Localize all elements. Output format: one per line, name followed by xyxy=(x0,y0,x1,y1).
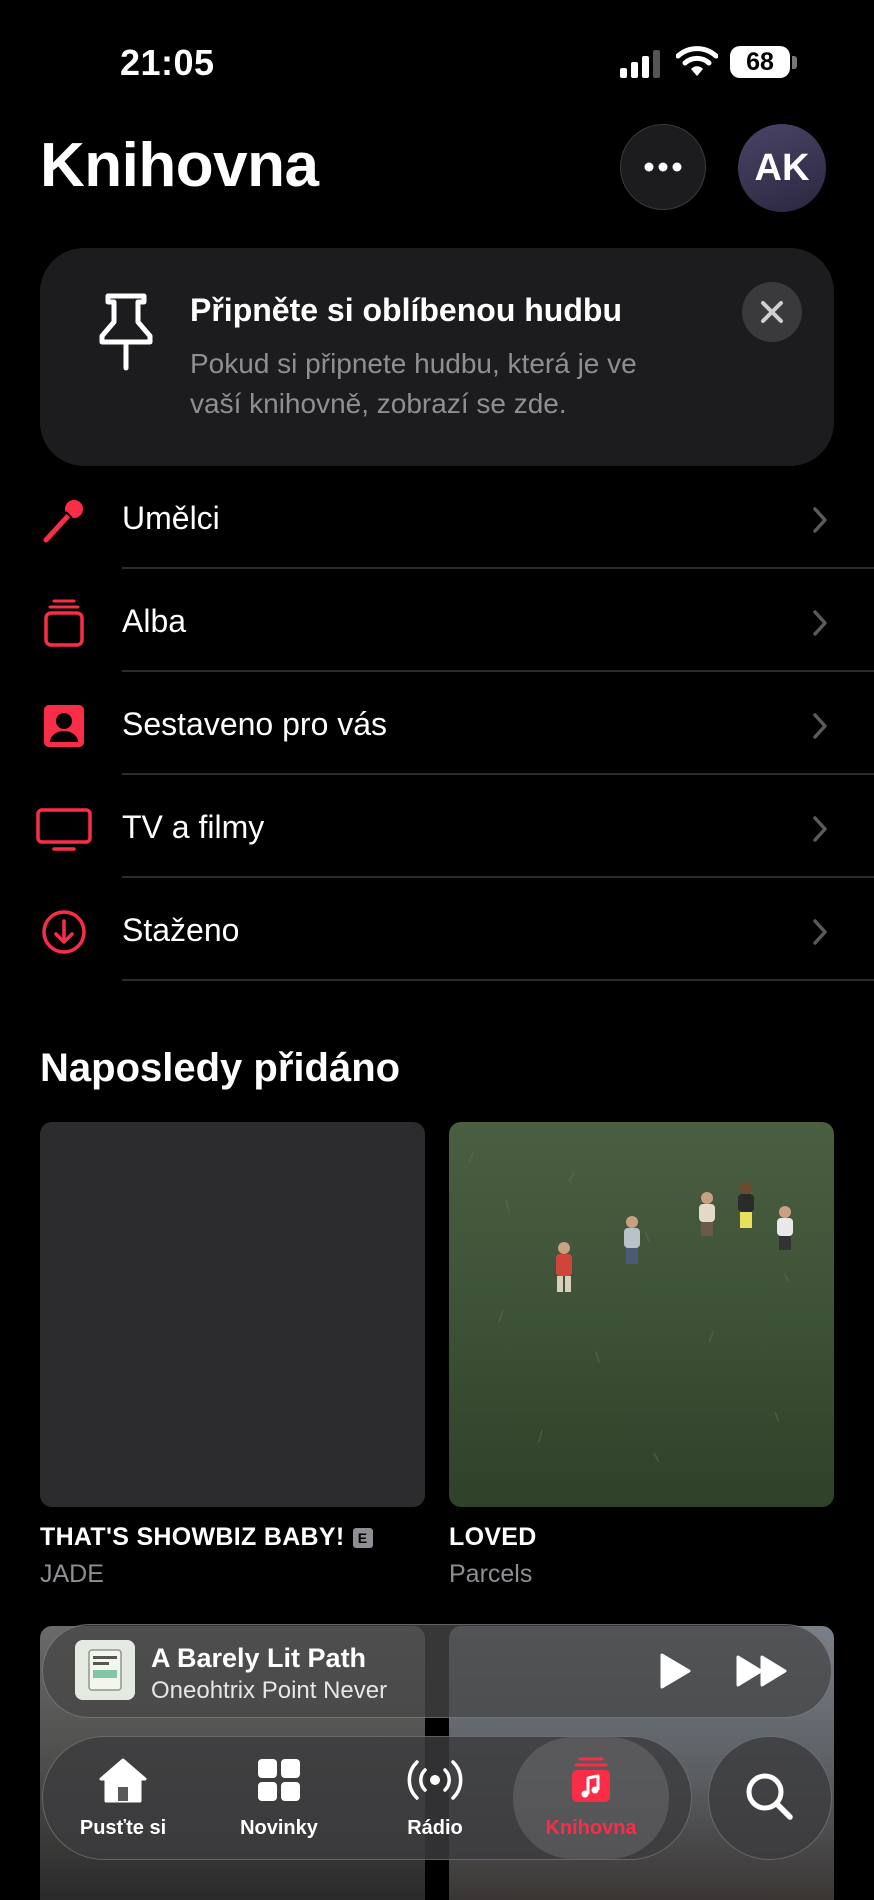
album-card-1[interactable]: THAT'S SHOWBIZ BABY! E JADE xyxy=(40,1122,425,1589)
album-artwork-field-photo xyxy=(449,1122,834,1507)
tab-library[interactable]: Knihovna xyxy=(513,1737,669,1859)
battery-indicator: 68 xyxy=(730,46,790,78)
pin-music-card: Připněte si oblíbenou hudbu Pokud si při… xyxy=(40,248,834,466)
tab-new[interactable]: Novinky xyxy=(201,1737,357,1859)
tv-icon xyxy=(36,808,92,851)
chevron-right-icon xyxy=(813,816,827,842)
menu-item-label: Umělci xyxy=(122,500,220,536)
menu-item-label: Alba xyxy=(122,603,187,639)
chevron-right-icon xyxy=(813,610,827,636)
menu-item-artists[interactable]: Umělci xyxy=(0,466,874,569)
menu-item-downloaded[interactable]: Staženo xyxy=(0,878,874,981)
library-menu: Umělci Alba Sestaveno pro vás TV a filmy… xyxy=(0,466,874,981)
microphone-icon xyxy=(43,500,83,543)
album-artist: JADE xyxy=(40,1560,104,1588)
menu-item-label: TV a filmy xyxy=(122,809,265,845)
album-title-text: THAT'S SHOWBIZ BABY! xyxy=(40,1523,345,1551)
album-card-2[interactable]: LOVED Parcels xyxy=(449,1122,834,1589)
page-title: Knihovna xyxy=(40,131,319,200)
dismiss-pin-card-button[interactable] xyxy=(742,282,802,342)
chevron-right-icon xyxy=(813,919,827,945)
search-icon xyxy=(746,1773,793,1820)
tab-bar: Pusťte si Novinky Rádio Knihovna xyxy=(42,1736,692,1860)
mini-player[interactable]: A Barely Lit Path Oneohtrix Point Never xyxy=(42,1624,832,1718)
tab-label: Rádio xyxy=(407,1817,463,1839)
now-playing-artwork xyxy=(75,1640,135,1700)
cellular-signal-icon xyxy=(620,50,660,78)
album-artwork[interactable] xyxy=(449,1122,834,1507)
divider xyxy=(122,979,874,981)
battery-cap xyxy=(792,56,797,69)
now-playing-artist: Oneohtrix Point Never xyxy=(151,1677,388,1704)
pin-card-title: Připněte si oblíbenou hudbu xyxy=(190,292,622,328)
play-icon[interactable] xyxy=(657,1651,693,1691)
radio-icon xyxy=(407,1760,463,1800)
more-options-button[interactable] xyxy=(620,124,706,210)
pin-card-description: Pokud si připnete hudbu, která je ve vaš… xyxy=(190,348,637,419)
status-time: 21:05 xyxy=(120,42,215,83)
fast-forward-icon[interactable] xyxy=(735,1653,789,1689)
tab-listen-now[interactable]: Pusťte si xyxy=(45,1737,201,1859)
ellipsis-icon xyxy=(644,162,682,172)
album-artist: Parcels xyxy=(449,1560,533,1588)
tab-radio[interactable]: Rádio xyxy=(357,1737,513,1859)
wifi-icon xyxy=(676,46,718,76)
now-playing-artwork-image xyxy=(75,1640,135,1700)
section-title-recently-added: Naposledy přidáno xyxy=(40,1046,401,1090)
account-avatar[interactable]: AK xyxy=(738,124,826,212)
grid-icon xyxy=(258,1759,300,1801)
close-icon xyxy=(761,301,783,323)
menu-item-label: Staženo xyxy=(122,912,240,948)
tab-label: Pusťte si xyxy=(79,1817,167,1839)
now-playing-title: A Barely Lit Path xyxy=(151,1643,367,1673)
menu-item-tv-movies[interactable]: TV a filmy xyxy=(0,775,874,878)
library-icon xyxy=(572,1757,610,1802)
status-bar: 21:05 68 xyxy=(0,0,874,120)
menu-item-label: Sestaveno pro vás xyxy=(122,706,388,742)
explicit-badge: E xyxy=(352,1528,373,1548)
pin-icon xyxy=(99,293,153,371)
album-stack-icon xyxy=(44,599,84,647)
chevron-right-icon xyxy=(813,713,827,739)
menu-item-albums[interactable]: Alba xyxy=(0,569,874,672)
search-button[interactable] xyxy=(708,1736,832,1860)
download-icon xyxy=(42,910,86,954)
person-square-icon xyxy=(44,705,84,747)
home-icon xyxy=(99,1758,147,1803)
album-title: LOVED xyxy=(449,1523,537,1551)
album-artwork[interactable] xyxy=(40,1122,425,1507)
tab-label: Knihovna xyxy=(545,1817,637,1839)
tab-label: Novinky xyxy=(240,1817,318,1839)
chevron-right-icon xyxy=(813,507,827,533)
album-title: THAT'S SHOWBIZ BABY! E xyxy=(40,1523,425,1552)
menu-item-made-for-you[interactable]: Sestaveno pro vás xyxy=(0,672,874,775)
